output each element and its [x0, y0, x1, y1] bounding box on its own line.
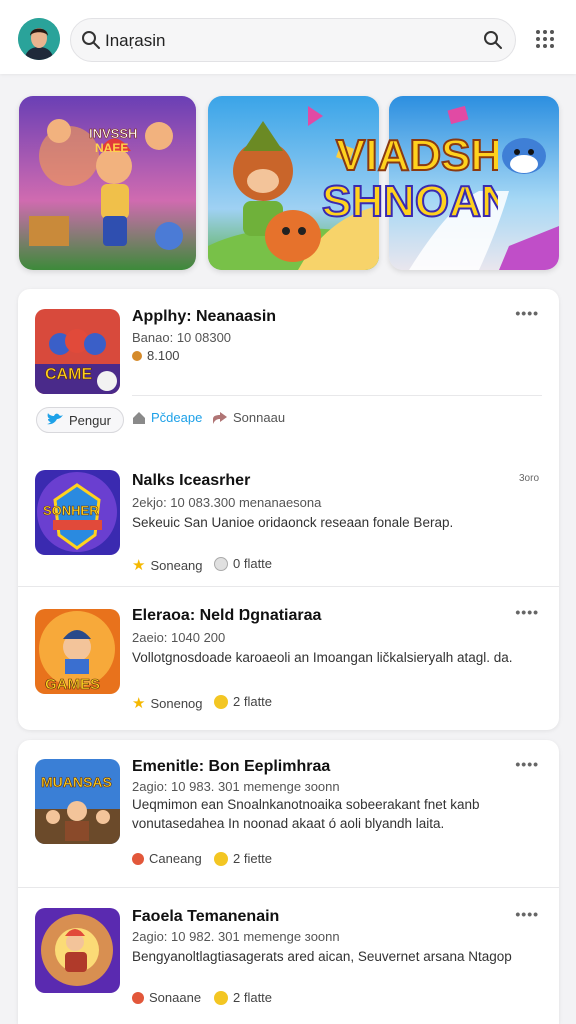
game-thumbnail[interactable]: [35, 908, 120, 993]
stat-comments[interactable]: 2 flatte: [214, 990, 272, 1005]
stat-comments-label: 2 fiette: [233, 851, 273, 866]
game-meta: 2aeio: 1040 200: [132, 630, 226, 645]
banner-card-1[interactable]: INVSSH NAEE: [19, 96, 196, 270]
search-submit-icon[interactable]: [483, 30, 503, 50]
game-meta: 2ekjo: 10 083.300 menanaesona: [132, 495, 322, 510]
bird-icon: [47, 413, 63, 425]
home-icon: [133, 411, 145, 424]
heart-icon: [132, 991, 144, 1004]
star-icon: ★: [132, 557, 146, 574]
thumb-text: SONHER: [43, 503, 99, 518]
featured-rating-value: 8.100: [147, 348, 180, 363]
game-title[interactable]: Nalks Iceasrher: [132, 472, 250, 490]
featured-thumb-text: CAME: [45, 366, 92, 383]
featured-game-item[interactable]: CAME Applhy: Neanaasin Banao: 10 08300 8…: [18, 289, 559, 439]
stat-comments[interactable]: 0 flatte: [214, 556, 272, 571]
thumb-text: GAMES: [45, 676, 100, 693]
list-item[interactable]: SONHER Nalks Iceasrher 2ekjo: 10 083.300…: [18, 453, 559, 587]
badge-icon: [214, 990, 228, 1005]
game-thumbnail[interactable]: SONHER: [35, 470, 120, 555]
feed-card-1: CAME Applhy: Neanaasin Banao: 10 08300 8…: [18, 289, 559, 730]
share-button-label: Pengur: [69, 412, 111, 428]
game-meta: 2agio: 10 982. 301 memenge ɜoonn: [132, 929, 340, 944]
more-icon[interactable]: ••••: [515, 906, 539, 922]
share-arrow-icon: [213, 411, 227, 424]
top-bar: Inaṛasin: [0, 0, 576, 74]
featured-more-icon[interactable]: ••••: [515, 305, 539, 321]
comment-icon: [214, 556, 228, 571]
banner-1-title1: INVSSH: [89, 126, 137, 141]
more-icon[interactable]: ••••: [515, 604, 539, 620]
more-icon[interactable]: ••••: [515, 756, 539, 772]
avatar[interactable]: [18, 18, 60, 60]
share-button[interactable]: Pengur: [36, 407, 124, 433]
search-bar[interactable]: Inaṛasin: [70, 18, 516, 62]
stat-comments-label: 2 flatte: [233, 990, 273, 1005]
game-description: Bengyanoltlagtiasagerats ared aican, Seu…: [132, 949, 512, 964]
search-icon: [82, 31, 100, 49]
action-secondary-label: Sonnaau: [233, 410, 286, 425]
game-title[interactable]: Faoela Temanenain: [132, 908, 279, 926]
game-meta: 2agio: 10 983. 301 memenge ɜoonn: [132, 779, 340, 794]
action-secondary[interactable]: Sonnaau: [212, 410, 285, 425]
stat-likes[interactable]: Sonaane: [132, 990, 201, 1005]
stat-comments[interactable]: 2 flatte: [214, 694, 272, 709]
banner-title-art: VIADSH SHNOAN: [321, 130, 498, 227]
banner-1-title2: NAEE: [95, 141, 128, 155]
stat-likes-label: Caneang: [149, 851, 202, 866]
heart-icon: [132, 852, 144, 865]
list-item[interactable]: MUANSAS Emenitle: Bon Eeplimhraa 2agio: …: [18, 740, 559, 887]
game-description: Vollotgnosdoade karoaeoli an Imoangan li…: [132, 650, 513, 665]
feed-card-2: MUANSAS Emenitle: Bon Eeplimhraa 2agio: …: [18, 740, 559, 1024]
featured-game-thumbnail[interactable]: CAME: [35, 309, 120, 394]
action-primary-label: Pčdeape: [151, 410, 203, 425]
banner-3-title1: VIADSH: [336, 131, 498, 180]
game-thumbnail[interactable]: GAMES: [35, 609, 120, 694]
stat-comments[interactable]: 2 fiette: [214, 851, 272, 866]
list-item[interactable]: GAMES Eleraoa: Neld Ŋgnatiaraa 2aeio: 10…: [18, 587, 559, 730]
featured-game-meta: Banao: 10 08300: [132, 330, 232, 345]
thumb-text: MUANSAS: [41, 774, 112, 790]
game-title[interactable]: Eleraoa: Neld Ŋgnatiaraa: [132, 607, 321, 625]
stat-comments-label: 0 flatte: [233, 556, 273, 571]
stat-likes[interactable]: ★ Soneang: [132, 556, 203, 574]
stat-likes-label: Soneang: [150, 557, 203, 573]
star-icon: ★: [132, 695, 146, 712]
badge-icon: [214, 694, 228, 709]
stat-likes-label: Sonaane: [149, 990, 202, 1005]
game-description: Sekeuic San Uanioe oridaonck reseaan fon…: [132, 515, 454, 530]
badge-icon: [214, 851, 228, 866]
stat-likes[interactable]: Caneang: [132, 851, 202, 866]
game-description: Ueqmimon ean Snoalnkanotnoaika sobeeraka…: [132, 797, 480, 831]
divider: [132, 395, 542, 396]
list-item[interactable]: Faoela Temanenain 2agio: 10 982. 301 mem…: [18, 888, 559, 1024]
stat-likes-label: Sonenog: [150, 695, 203, 711]
game-thumbnail[interactable]: MUANSAS: [35, 759, 120, 844]
banner-3-title2: SHNOAN: [322, 177, 498, 226]
stat-comments-label: 2 flatte: [233, 694, 273, 709]
search-input-text[interactable]: Inaṛasin: [105, 31, 165, 51]
featured-game-title[interactable]: Applhy: Neanaasin: [132, 308, 276, 326]
featured-rating: 8.100: [132, 348, 180, 363]
game-title[interactable]: Emenitle: Bon Eeplimhraa: [132, 758, 330, 776]
rating-dot-icon: [132, 350, 142, 361]
more-icon[interactable]: 3oro: [519, 473, 539, 484]
grid-menu-icon[interactable]: [536, 30, 556, 50]
action-primary[interactable]: Pčdeape: [132, 410, 202, 425]
stat-likes[interactable]: ★ Sonenog: [132, 694, 203, 712]
